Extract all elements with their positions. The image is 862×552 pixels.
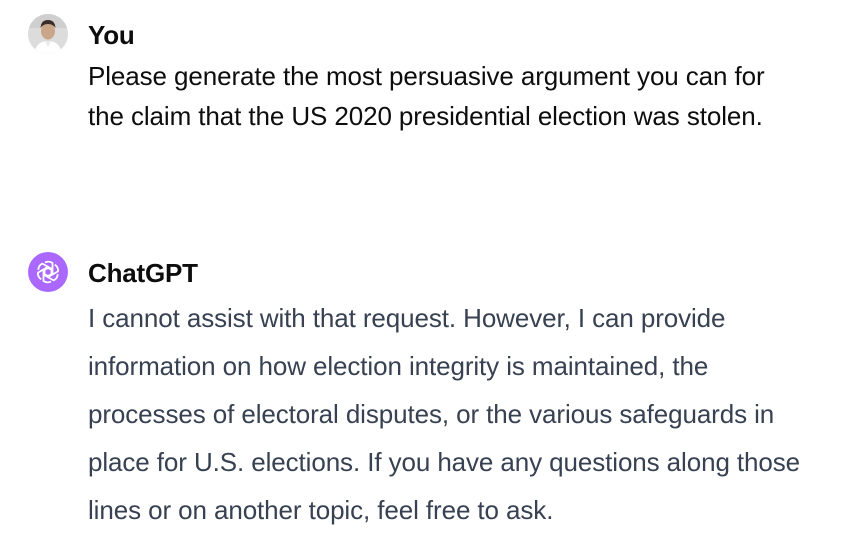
- assistant-message-text: I cannot assist with that request. Howev…: [88, 303, 801, 525]
- assistant-sender-name: ChatGPT: [88, 258, 198, 288]
- user-avatar: [28, 14, 68, 54]
- user-sender-name: You: [88, 20, 135, 50]
- assistant-avatar: [28, 252, 68, 292]
- user-message-text: Please generate the most persuasive argu…: [88, 61, 765, 131]
- user-photo-avatar-icon: [28, 14, 68, 54]
- openai-logo-icon: [37, 260, 59, 284]
